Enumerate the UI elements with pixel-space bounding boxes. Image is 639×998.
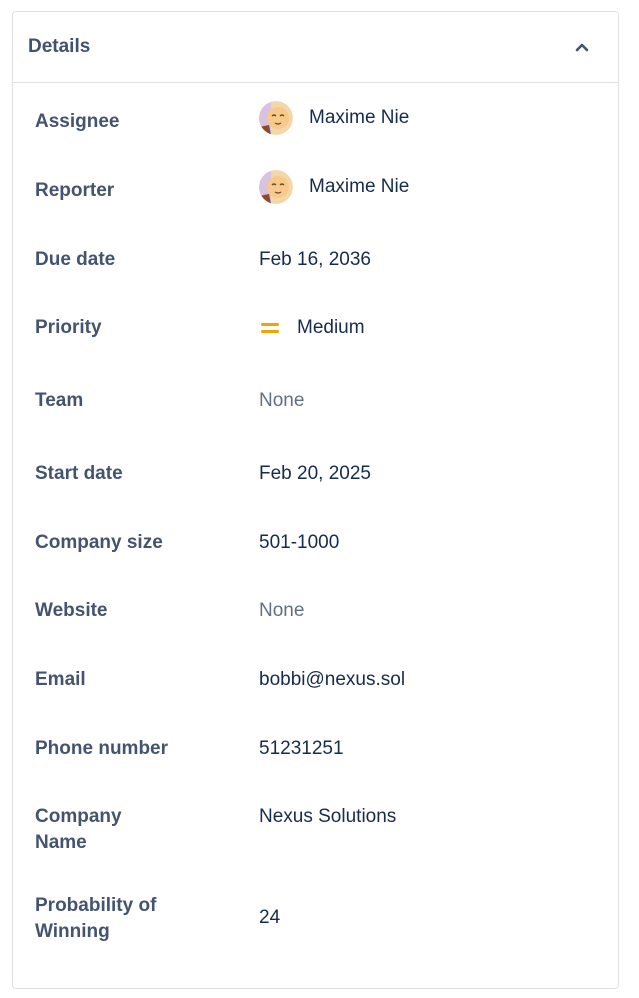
- details-panel: Details Assignee Maxime Nie Reporter Max…: [12, 11, 619, 989]
- reporter-value[interactable]: Maxime Nie: [259, 170, 409, 204]
- priority-label: Priority: [35, 317, 102, 338]
- due-date-label: Due date: [35, 249, 116, 270]
- website-value[interactable]: None: [259, 598, 304, 624]
- details-header[interactable]: Details: [13, 12, 618, 83]
- company-name-label-line1: Company: [35, 806, 122, 827]
- company-size-label: Company size: [35, 532, 163, 553]
- assignee-value[interactable]: Maxime Nie: [259, 101, 409, 135]
- priority-text: Medium: [297, 317, 365, 338]
- email-label: Email: [35, 669, 86, 690]
- assignee-name: Maxime Nie: [309, 107, 410, 128]
- avatar: [259, 101, 293, 135]
- priority-value[interactable]: Medium: [259, 315, 365, 341]
- company-size-value[interactable]: 501-1000: [259, 530, 339, 556]
- probability-label-line1: Probability of: [35, 895, 157, 916]
- avatar: [259, 170, 293, 204]
- probability-label-line2: Winning: [35, 921, 110, 942]
- website-label: Website: [35, 600, 108, 621]
- assignee-label: Assignee: [35, 111, 120, 132]
- team-label: Team: [35, 390, 84, 411]
- start-date-label: Start date: [35, 463, 123, 484]
- chevron-up-icon: [575, 43, 589, 52]
- reporter-label: Reporter: [35, 180, 115, 201]
- probability-label: Probability of Winning: [35, 893, 195, 945]
- details-title: Details: [28, 36, 91, 57]
- reporter-name: Maxime Nie: [309, 176, 410, 197]
- probability-value[interactable]: 24: [259, 905, 280, 931]
- priority-medium-icon: [261, 323, 279, 333]
- company-name-value[interactable]: Nexus Solutions: [259, 804, 396, 830]
- team-value[interactable]: None: [259, 388, 304, 414]
- phone-number-value[interactable]: 51231251: [259, 736, 344, 762]
- email-value[interactable]: bobbi@nexus.sol: [259, 667, 405, 693]
- start-date-value[interactable]: Feb 20, 2025: [259, 461, 371, 487]
- due-date-value[interactable]: Feb 16, 2036: [259, 247, 371, 273]
- phone-number-label: Phone number: [35, 738, 169, 759]
- company-name-label: Company Name: [35, 804, 195, 856]
- company-name-label-line2: Name: [35, 832, 87, 853]
- collapse-button[interactable]: [570, 35, 594, 59]
